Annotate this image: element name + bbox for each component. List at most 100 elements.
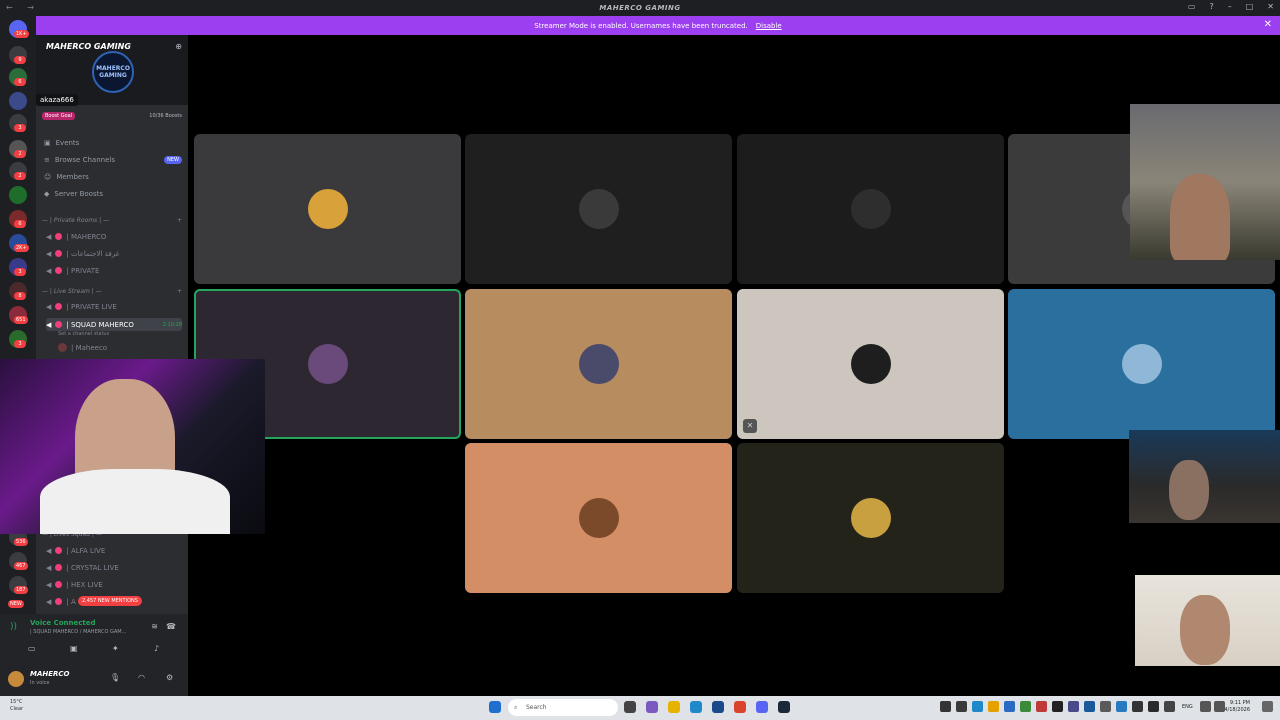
wifi-icon[interactable] [1200,701,1211,712]
new-mentions-pill[interactable]: 2,457 NEW MENTIONS [78,596,142,606]
boost-goal-bar[interactable]: Boost Goal 10/36 Boosts [42,111,182,121]
tray-icon[interactable] [1100,701,1111,712]
channel-name: | HEX LIVE [66,580,103,589]
server-badge: 2K+ [14,244,29,252]
tray-icon[interactable] [1036,701,1047,712]
copilot-icon[interactable] [646,701,658,713]
add-channel-icon[interactable]: + [177,217,182,224]
close-window-button[interactable]: ✕ [1267,2,1274,11]
file-explorer-icon[interactable] [668,701,680,713]
tray-icon[interactable] [972,701,983,712]
nav-label: Events [55,139,80,147]
voice-channel-active[interactable]: ◀ | SQUAD MAHERCO 2:10:28 [46,318,182,331]
participant-tile[interactable]: ✕ [737,289,1004,439]
tray-icon[interactable] [1004,701,1015,712]
red-dot-icon [55,564,63,571]
server-icon[interactable] [9,92,27,110]
steam-icon[interactable] [778,701,790,713]
noise-icon[interactable]: ≋ [151,622,158,631]
activities-icon[interactable]: ✦ [112,644,119,653]
screen-share-icon[interactable]: ▣ [70,644,78,653]
participant-tile[interactable] [194,134,461,284]
notifications-icon[interactable] [1262,701,1273,712]
person-figure [1180,595,1230,665]
video-icon[interactable]: ▭ [28,644,36,653]
voice-channel[interactable]: ◀ | PRIVATE [46,264,182,277]
volume-icon[interactable] [1214,701,1225,712]
guild-name[interactable]: MAHERCO GAMING [46,42,131,51]
task-view-icon[interactable] [624,701,636,713]
weather-widget[interactable]: 15°C Clear [10,699,23,713]
disconnect-icon[interactable]: ☎ [166,622,176,631]
nav-label: Server Boosts [54,190,103,198]
signal-icon[interactable]: )) [10,622,17,632]
edge-icon[interactable] [690,701,702,713]
nav-events[interactable]: ▣ Events [44,136,182,150]
channel-member[interactable]: | Maheeco [58,341,178,354]
help-icon[interactable]: ? [1209,2,1213,11]
soundboard-icon[interactable]: ♪ [154,644,159,653]
voice-connected-label[interactable]: Voice Connected [30,619,96,627]
avatar [58,343,67,352]
participant-tile[interactable] [465,443,732,593]
user-name[interactable]: MAHERCO [30,670,70,678]
tray-icon[interactable] [1068,701,1079,712]
red-dot-icon [55,267,63,274]
channel-name: | MAHERCO [66,232,107,241]
webcam-overlay-bottom-right [1135,575,1280,666]
webcam-overlay-top-right [1130,104,1280,260]
chrome-icon[interactable] [734,701,746,713]
tray-icon[interactable] [1132,701,1143,712]
tray-icon[interactable] [1084,701,1095,712]
start-icon[interactable] [489,701,501,713]
voice-channel[interactable]: ◀ | HEX LIVE [46,578,182,591]
tray-icon[interactable] [988,701,999,712]
participant-tile[interactable] [737,134,1004,284]
add-channel-icon[interactable]: + [177,288,182,295]
close-banner-icon[interactable]: ✕ [1264,19,1272,30]
tray-icon[interactable] [1020,701,1031,712]
channel-status[interactable]: Set a channel status [58,331,109,337]
nav-members[interactable]: ☺ Members [44,170,182,184]
tray-icon[interactable] [1052,701,1063,712]
nav-arrows-icon[interactable]: ← → [6,3,40,12]
disable-streamer-mode-link[interactable]: Disable [756,22,782,30]
language-indicator[interactable]: ENG [1182,704,1193,710]
server-icon[interactable] [9,186,27,204]
inbox-icon[interactable]: ▭ [1188,2,1196,11]
participant-tile[interactable] [465,289,732,439]
nav-server-boosts[interactable]: ◆ Server Boosts [44,187,182,201]
usb-icon[interactable] [1148,701,1159,712]
category-private-rooms[interactable]: — | Private Rooms | — + [42,217,182,224]
maximize-button[interactable]: □ [1246,2,1254,11]
mic-icon[interactable]: 🎙 [110,673,120,682]
category-live-stream[interactable]: — | Live Stream | — + [42,288,182,295]
store-icon[interactable] [712,701,724,713]
member-name: | Maheeco [71,343,108,352]
tray-icon[interactable] [940,701,951,712]
search-box[interactable]: ⌕ Search [508,699,618,716]
voice-channel[interactable]: ◀ | PRIVATE LIVE [46,300,182,313]
new-badge: NEW [164,156,182,164]
invite-icon[interactable]: ⊕ [175,42,182,51]
voice-channel[interactable]: ◀ | ALFA LIVE [46,544,182,557]
discord-icon[interactable] [756,701,768,713]
clock[interactable]: 9:11 PM 4/18/2026 [1224,700,1250,714]
minimize-button[interactable]: – [1228,2,1232,11]
voice-channel[interactable]: ◀ | غرفة الاجتماعات [46,247,182,260]
participant-tile[interactable] [737,443,1004,593]
headphones-icon[interactable]: ◠ [138,673,145,682]
tray-icon[interactable] [956,701,967,712]
bluetooth-icon[interactable] [1116,701,1127,712]
nav-browse-channels[interactable]: ≡ Browse Channels NEW [44,153,182,167]
participant-tile[interactable] [465,134,732,284]
red-dot-icon [55,250,63,257]
voice-channel[interactable]: ◀ | MAHERCO [46,230,182,243]
voice-channel[interactable]: ◀ | CRYSTAL LIVE [46,561,182,574]
participant-tile[interactable] [1008,289,1275,439]
voice-channel-path[interactable]: | SQUAD MAHERCO / MAHERCO GAM... [30,629,126,635]
red-dot-icon [55,581,63,588]
chevron-up-icon[interactable] [1164,701,1175,712]
settings-icon[interactable]: ⚙ [166,673,173,682]
avatar[interactable] [8,671,24,687]
